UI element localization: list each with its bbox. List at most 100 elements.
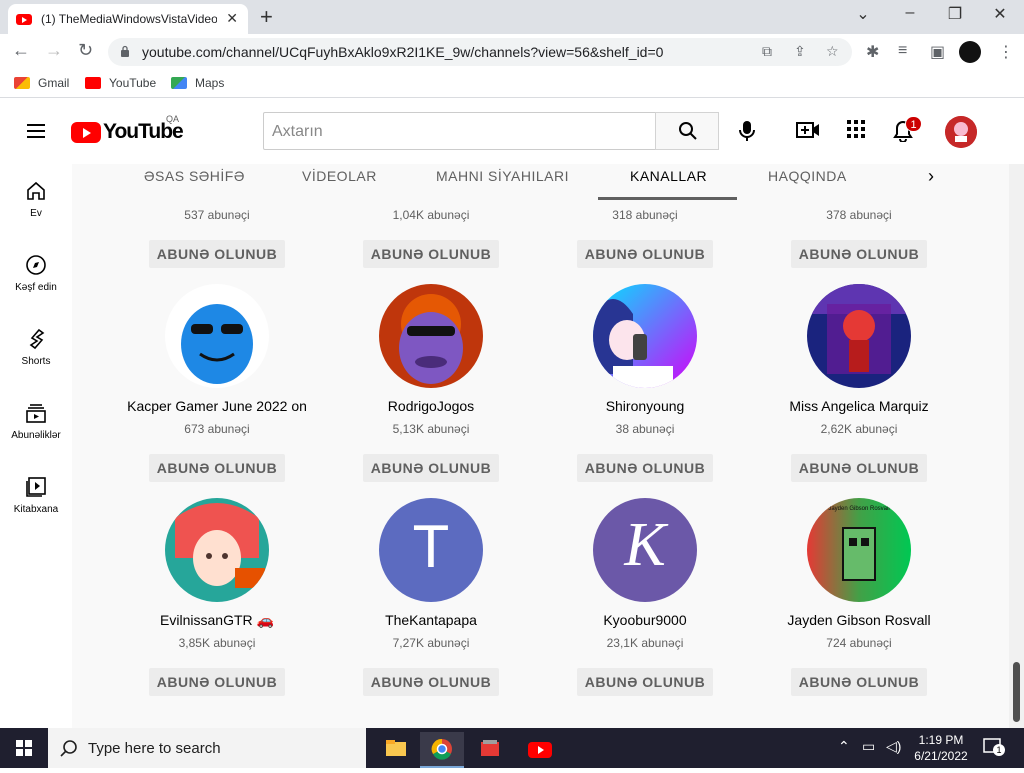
toolbox-icon	[481, 740, 499, 756]
channel-avatar[interactable]	[593, 284, 697, 388]
subscribed-button[interactable]: ABUNƏ OLUNUB	[790, 240, 928, 268]
subscribed-button[interactable]: ABUNƏ OLUNUB	[148, 454, 286, 482]
minimize-button[interactable]: –	[895, 4, 925, 22]
account-avatar[interactable]	[945, 116, 977, 148]
taskbar-search-input[interactable]: Type here to search	[48, 728, 366, 768]
channel-page: 537 abunəçi ABUNƏ OLUNUB 1,04K abunəçi A…	[72, 164, 1009, 728]
apps-grid-icon[interactable]	[847, 120, 865, 138]
subscribed-button[interactable]: ABUNƏ OLUNUB	[362, 240, 500, 268]
channel-avatar[interactable]: T	[379, 498, 483, 602]
chevron-right-icon[interactable]: ›	[928, 166, 934, 187]
clock-time: 1:19 PM	[918, 733, 964, 747]
back-icon[interactable]: ←	[12, 40, 30, 61]
channel-card[interactable]: K Kyoobur9000 23,1K abunəçi ABUNƏ OLUNUB	[538, 498, 752, 696]
subscribed-button[interactable]: ABUNƏ OLUNUB	[576, 668, 714, 696]
tab-close-icon[interactable]: ✕	[226, 10, 238, 27]
sidebar-item-library[interactable]: Kitabxana	[0, 476, 72, 515]
subscribed-button[interactable]: ABUNƏ OLUNUB	[576, 454, 714, 482]
bookmark-label: Maps	[195, 76, 225, 90]
channel-card[interactable]: RodrigoJogos 5,13K abunəçi ABUNƏ OLUNUB	[324, 284, 538, 482]
channel-name[interactable]: Miss Angelica Marquiz	[752, 398, 966, 416]
subscribed-button[interactable]: ABUNƏ OLUNUB	[790, 454, 928, 482]
microphone-icon[interactable]	[739, 120, 755, 142]
side-panel-icon[interactable]: ▣	[930, 42, 945, 62]
browser-tab[interactable]: (1) TheMediaWindowsVistaVideos ✕	[8, 4, 248, 34]
sidebar-item-home[interactable]: Ev	[0, 180, 72, 219]
bookmark-star-icon[interactable]: ☆	[826, 43, 839, 60]
channel-card[interactable]: T TheKantapapa 7,27K abunəçi ABUNƏ OLUNU…	[324, 498, 538, 696]
channel-card[interactable]: EvilnissanGTR 🚗 3,85K abunəçi ABUNƏ OLUN…	[110, 498, 324, 696]
close-window-button[interactable]: ✕	[985, 4, 1015, 24]
youtube-icon	[85, 77, 101, 89]
volume-icon[interactable]: ◁)	[886, 738, 901, 755]
new-tab-button[interactable]: +	[260, 4, 273, 30]
sidebar-item-shorts[interactable]: Shorts	[0, 328, 72, 367]
search-button[interactable]	[655, 112, 719, 150]
channel-name[interactable]: RodrigoJogos	[324, 398, 538, 416]
channel-avatar-image	[807, 498, 911, 602]
browser-menu-icon[interactable]: ⋮	[998, 42, 1014, 62]
file-explorer-button[interactable]	[374, 732, 418, 768]
sidebar-item-explore[interactable]: Kəşf edin	[0, 254, 72, 293]
search-input[interactable]: Axtarın	[263, 112, 656, 150]
action-center-button[interactable]: 1	[983, 738, 1005, 756]
subscribed-button[interactable]: ABUNƏ OLUNUB	[576, 240, 714, 268]
menu-icon[interactable]	[27, 124, 45, 138]
channel-name[interactable]: EvilnissanGTR 🚗	[110, 612, 324, 630]
channel-name[interactable]: Shironyoung	[538, 398, 752, 416]
subscribed-button[interactable]: ABUNƏ OLUNUB	[362, 668, 500, 696]
tab-channels[interactable]: KANALLAR	[630, 168, 707, 184]
subscriber-count: 2,62K abunəçi	[820, 422, 898, 436]
youtube-logo[interactable]: YouTube QA	[71, 114, 184, 144]
channel-avatar[interactable]	[807, 284, 911, 388]
chevron-up-icon[interactable]: ⌃	[838, 738, 850, 755]
channel-name[interactable]: TheKantapapa	[324, 612, 538, 630]
reload-icon[interactable]: ↻	[78, 40, 93, 61]
tab-about[interactable]: HAQQINDA	[768, 168, 847, 184]
youtube-play-icon	[71, 121, 101, 143]
extensions-icon[interactable]: ✱	[866, 42, 879, 62]
toolbox-taskbar-button[interactable]	[468, 732, 512, 768]
channel-avatar[interactable]	[379, 284, 483, 388]
address-bar[interactable]: youtube.com/channel/UCqFuyhBxAklo9xR2I1K…	[108, 38, 852, 66]
channel-avatar[interactable]	[165, 498, 269, 602]
scrollbar-thumb[interactable]	[1013, 662, 1020, 722]
taskbar-clock[interactable]: 1:19 PM 6/21/2022	[912, 732, 970, 764]
channel-card[interactable]: Miss Angelica Marquiz 2,62K abunəçi ABUN…	[752, 284, 966, 482]
subscribed-button[interactable]: ABUNƏ OLUNUB	[148, 668, 286, 696]
channel-name[interactable]: Kacper Gamer June 2022 on	[110, 398, 324, 416]
compass-icon	[26, 255, 46, 275]
open-in-app-icon[interactable]: ⧉	[762, 43, 772, 60]
media-control-icon[interactable]: ≡	[898, 42, 907, 60]
tab-search-icon[interactable]: ⌄	[848, 4, 878, 24]
youtube-taskbar-button[interactable]	[518, 732, 562, 768]
forward-icon[interactable]: →	[45, 40, 63, 61]
channel-name[interactable]: Jayden Gibson Rosvall	[752, 612, 966, 630]
bookmark-gmail[interactable]: Gmail	[14, 76, 69, 90]
channel-avatar[interactable]: K	[593, 498, 697, 602]
tab-playlists[interactable]: MAHNI SİYAHILARI	[436, 168, 569, 184]
page-scrollbar[interactable]	[1009, 164, 1024, 728]
create-video-icon[interactable]	[796, 120, 820, 140]
windows-start-icon[interactable]	[16, 740, 32, 756]
profile-avatar[interactable]	[959, 41, 981, 63]
channel-card[interactable]: Shironyoung 38 abunəçi ABUNƏ OLUNUB	[538, 284, 752, 482]
tab-videos[interactable]: VİDEOLAR	[302, 168, 377, 184]
channel-name[interactable]: Kyoobur9000	[538, 612, 752, 630]
sidebar-item-label: Shorts	[21, 356, 51, 367]
restore-button[interactable]: ❐	[940, 4, 970, 24]
tab-home[interactable]: ƏSAS SƏHİFƏ	[144, 168, 245, 184]
subscribed-button[interactable]: ABUNƏ OLUNUB	[790, 668, 928, 696]
chrome-taskbar-button[interactable]	[420, 732, 464, 768]
channel-avatar[interactable]: Jayden Gibson Rosvall	[807, 498, 911, 602]
subscribed-button[interactable]: ABUNƏ OLUNUB	[362, 454, 500, 482]
bookmark-maps[interactable]: Maps	[171, 76, 224, 90]
network-icon[interactable]: ▭	[862, 738, 875, 755]
share-icon[interactable]: ⇪	[794, 43, 806, 60]
subscribed-button[interactable]: ABUNƏ OLUNUB	[148, 240, 286, 268]
channel-card[interactable]: Jayden Gibson Rosvall Jayden Gibson Rosv…	[752, 498, 966, 696]
channel-card[interactable]: Kacper Gamer June 2022 on 673 abunəçi AB…	[110, 284, 324, 482]
bookmark-youtube[interactable]: YouTube	[85, 76, 156, 90]
sidebar-item-subscriptions[interactable]: Abunəliklər	[0, 402, 72, 441]
channel-avatar[interactable]	[165, 284, 269, 388]
